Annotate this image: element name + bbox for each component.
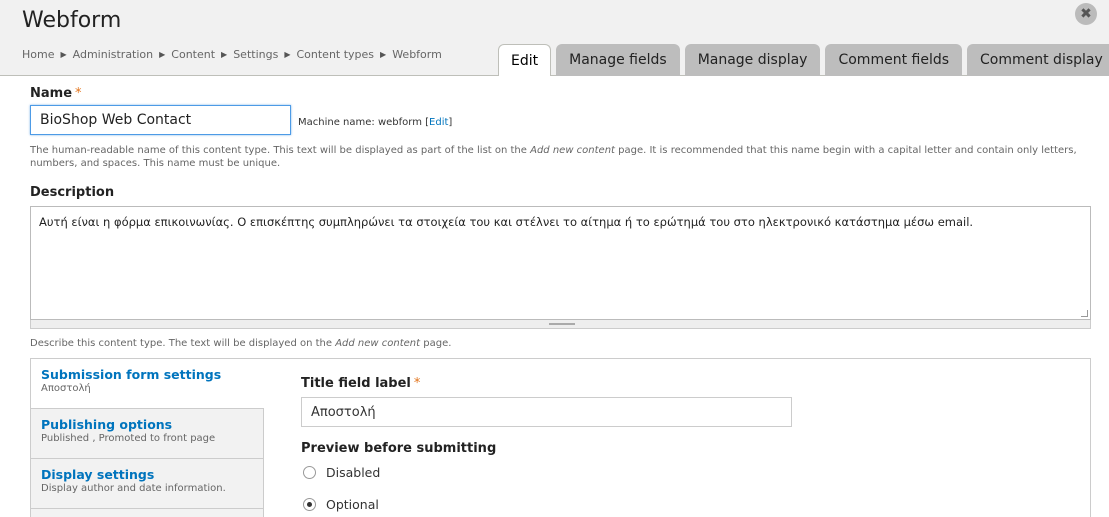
vtab-publishing-options[interactable]: Publishing options Published , Promoted … bbox=[31, 409, 263, 459]
radio-label: Optional bbox=[326, 497, 379, 512]
breadcrumb-administration[interactable]: Administration bbox=[73, 48, 154, 61]
tab-comment-fields[interactable]: Comment fields bbox=[825, 44, 963, 76]
description-help-part1: Describe this content type. The text wil… bbox=[30, 338, 336, 349]
description-help-part2: page. bbox=[420, 338, 452, 349]
name-help-text: The human-readable name of this content … bbox=[30, 144, 1090, 170]
name-input[interactable] bbox=[30, 105, 291, 135]
breadcrumb-content[interactable]: Content bbox=[171, 48, 215, 61]
breadcrumb-webform[interactable]: Webform bbox=[392, 48, 442, 61]
description-label: Description bbox=[30, 185, 115, 200]
vertical-tabs-list: Submission form settings Αποστολή Publis… bbox=[31, 359, 264, 517]
breadcrumb-content-types[interactable]: Content types bbox=[296, 48, 374, 61]
page-header: Webform ✖ Home ▶ Administration ▶ Conten… bbox=[0, 0, 1109, 76]
radio-icon[interactable] bbox=[303, 466, 316, 479]
textarea-grippie[interactable] bbox=[30, 320, 1091, 329]
breadcrumb-separator-icon: ▶ bbox=[221, 50, 228, 59]
required-marker: * bbox=[413, 376, 421, 391]
vtab-summary: Published , Promoted to front page bbox=[41, 433, 216, 444]
tab-edit[interactable]: Edit bbox=[498, 44, 552, 76]
tab-manage-fields[interactable]: Manage fields bbox=[556, 44, 680, 76]
resize-handle-icon[interactable] bbox=[1081, 310, 1088, 317]
breadcrumb-separator-icon: ▶ bbox=[284, 50, 291, 59]
vtab-title: Submission form settings bbox=[41, 367, 222, 382]
radio-checked-icon[interactable] bbox=[303, 498, 316, 511]
required-marker: * bbox=[75, 86, 82, 101]
name-label-text: Name bbox=[30, 86, 73, 101]
title-field-label: Title field label * bbox=[301, 376, 420, 391]
description-text: Αυτή είναι η φόρμα επικοινωνίας. Ο επισκ… bbox=[39, 215, 974, 229]
machine-name-text: Machine name: webform bbox=[298, 117, 422, 128]
vtab-submission-form-settings[interactable]: Submission form settings Αποστολή bbox=[31, 359, 264, 409]
vtab-summary: Display author and date information. bbox=[41, 483, 226, 494]
title-field-label-text: Title field label bbox=[301, 376, 411, 391]
name-help-part1: The human-readable name of this content … bbox=[30, 145, 531, 156]
radio-optional[interactable]: Optional bbox=[303, 497, 379, 512]
breadcrumb-separator-icon: ▶ bbox=[60, 50, 67, 59]
name-help-emphasis: Add new content bbox=[530, 145, 615, 156]
breadcrumb: Home ▶ Administration ▶ Content ▶ Settin… bbox=[22, 48, 442, 61]
title-field-input[interactable] bbox=[301, 397, 792, 427]
primary-tabs: Edit Manage fields Manage display Commen… bbox=[498, 44, 1109, 76]
tab-manage-display[interactable]: Manage display bbox=[684, 44, 821, 76]
page-title: Webform bbox=[22, 8, 122, 33]
vtab-title: Publishing options bbox=[41, 417, 173, 432]
tab-comment-display[interactable]: Comment display bbox=[967, 44, 1109, 76]
close-icon[interactable]: ✖ bbox=[1075, 3, 1097, 25]
vtab-summary: Αποστολή bbox=[41, 383, 91, 394]
name-label: Name * bbox=[30, 86, 82, 101]
vtab-display-settings[interactable]: Display settings Display author and date… bbox=[31, 459, 263, 509]
description-textarea[interactable]: Αυτή είναι η φόρμα επικοινωνίας. Ο επισκ… bbox=[30, 206, 1091, 320]
machine-name-edit-link[interactable]: Edit bbox=[429, 117, 448, 128]
vertical-tabs: Submission form settings Αποστολή Publis… bbox=[30, 358, 1091, 517]
description-help-text: Describe this content type. The text wil… bbox=[30, 337, 451, 350]
breadcrumb-separator-icon: ▶ bbox=[159, 50, 166, 59]
machine-name: Machine name: webform [Edit] bbox=[298, 117, 453, 128]
radio-disabled[interactable]: Disabled bbox=[303, 465, 380, 480]
breadcrumb-separator-icon: ▶ bbox=[380, 50, 387, 59]
vtab-title: Display settings bbox=[41, 467, 155, 482]
breadcrumb-settings[interactable]: Settings bbox=[233, 48, 278, 61]
radio-label: Disabled bbox=[326, 465, 381, 480]
preview-label: Preview before submitting bbox=[301, 441, 497, 456]
breadcrumb-home[interactable]: Home bbox=[22, 48, 54, 61]
description-help-emphasis: Add new content bbox=[335, 338, 421, 349]
